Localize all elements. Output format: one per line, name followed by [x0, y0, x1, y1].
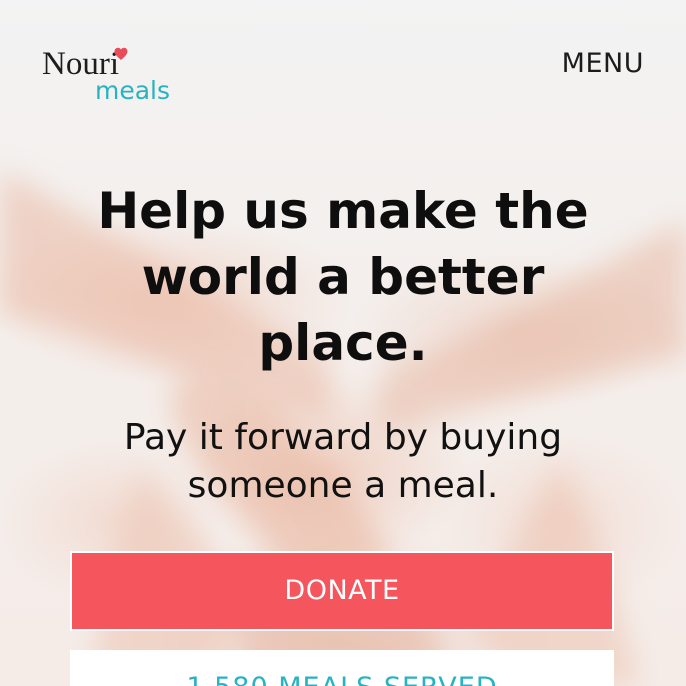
menu-button[interactable]: MENU	[562, 44, 644, 84]
meals-served-text: 1,580 MEALS SERVED	[70, 670, 614, 686]
hero-subheadline: Pay it forward by buying someone a meal.	[123, 417, 563, 506]
heart-icon	[114, 46, 128, 60]
donate-button[interactable]: DONATE	[70, 551, 614, 631]
site-header: Nouri meals MENU	[0, 0, 686, 120]
meals-served-card: 1,580 MEALS SERVED	[70, 650, 614, 686]
hero-headline: Help us make the world a better place.	[97, 182, 589, 372]
page: Nouri meals MENU Help us make the world …	[0, 0, 686, 686]
logo-subword: meals	[95, 76, 171, 105]
nourimeals-logo[interactable]: Nouri meals	[42, 44, 172, 106]
